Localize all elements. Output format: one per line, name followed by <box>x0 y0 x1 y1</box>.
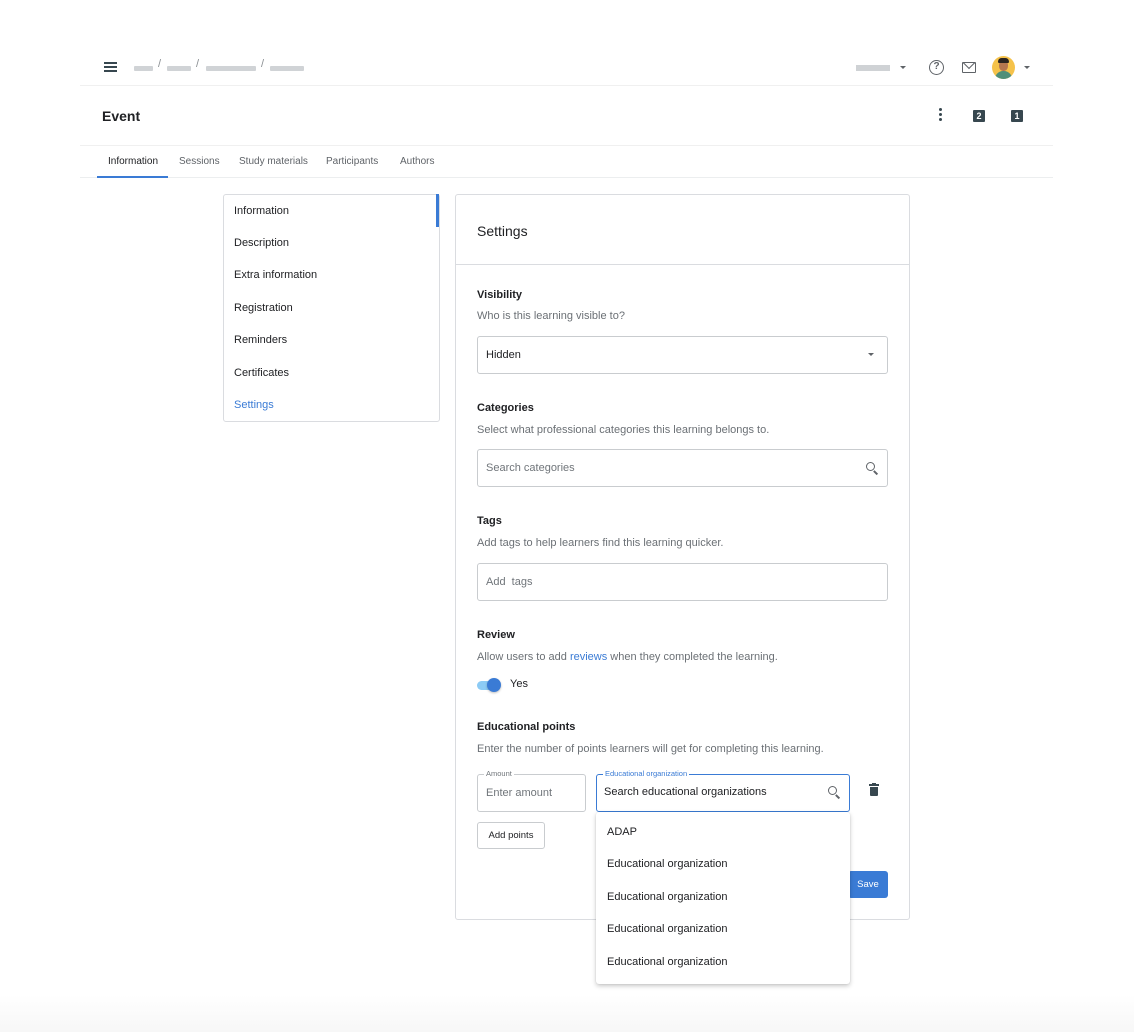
breadcrumb-item-placeholder[interactable] <box>167 66 191 71</box>
mail-icon[interactable] <box>962 62 976 73</box>
review-toggle[interactable] <box>477 678 502 692</box>
more-options-icon[interactable] <box>939 108 943 122</box>
nav-item-registration[interactable]: Registration <box>234 302 293 314</box>
active-tab-indicator <box>97 176 168 178</box>
visibility-label: Visibility <box>477 289 523 301</box>
save-button[interactable]: Save <box>848 871 888 898</box>
breadcrumb-item-placeholder[interactable] <box>206 66 256 71</box>
educational-organization-dropdown: ADAP Educational organization Educationa… <box>596 812 850 984</box>
tab-study-materials[interactable]: Study materials <box>239 156 308 176</box>
dropdown-option[interactable]: Educational organization <box>607 923 727 935</box>
nav-item-extra-information[interactable]: Extra information <box>234 269 317 281</box>
tags-label: Tags <box>477 515 502 527</box>
educational-organization-search-input[interactable]: Educational organization Search educatio… <box>596 769 850 812</box>
visibility-selected-value: Hidden <box>486 349 521 361</box>
dropdown-option[interactable]: ADAP <box>607 826 637 838</box>
categories-search-input[interactable]: Search categories <box>477 449 888 487</box>
review-toggle-label: Yes <box>510 678 528 690</box>
visibility-select[interactable]: Hidden <box>477 336 888 374</box>
chevron-down-icon[interactable] <box>900 66 906 69</box>
active-nav-indicator <box>436 194 439 227</box>
visibility-description: Who is this learning visible to? <box>477 310 625 322</box>
review-label: Review <box>477 629 515 641</box>
avatar[interactable] <box>992 56 1015 79</box>
page-title: Event <box>102 108 141 124</box>
amount-placeholder: Enter amount <box>486 787 553 799</box>
review-description-text: Allow users to add <box>477 651 570 663</box>
tab-authors[interactable]: Authors <box>400 156 434 176</box>
review-description: Allow users to add reviews when they com… <box>477 651 778 663</box>
chevron-down-icon <box>868 353 874 356</box>
nav-item-settings[interactable]: Settings <box>234 399 274 411</box>
educational-organization-legend: Educational organization <box>603 769 690 778</box>
reviews-link[interactable]: reviews <box>570 651 607 663</box>
search-icon[interactable] <box>828 786 837 795</box>
amount-input[interactable]: Amount Enter amount <box>477 769 586 812</box>
nav-item-description[interactable]: Description <box>234 237 289 249</box>
divider <box>456 264 909 265</box>
educational-points-label: Educational points <box>477 721 576 733</box>
chevron-down-icon[interactable] <box>1024 66 1030 69</box>
dropdown-option[interactable]: Educational organization <box>607 956 727 968</box>
workspace-selector[interactable] <box>856 65 890 71</box>
categories-placeholder: Search categories <box>486 462 575 474</box>
nav-item-reminders[interactable]: Reminders <box>234 334 287 346</box>
review-description-text: when they completed the learning. <box>607 651 778 663</box>
top-bar: / / / ? <box>80 48 1053 86</box>
tags-input[interactable]: Add tags <box>477 563 888 601</box>
educational-points-description: Enter the number of points learners will… <box>477 743 824 755</box>
page-header: Event 2 1 <box>80 86 1053 146</box>
dropdown-option[interactable]: Educational organization <box>607 858 727 870</box>
breadcrumb-item-placeholder[interactable] <box>134 66 153 71</box>
tab-bar: Information Sessions Study materials Par… <box>80 146 1053 178</box>
educational-organization-value: Search educational organizations <box>604 786 767 798</box>
categories-label: Categories <box>477 402 534 414</box>
tab-participants[interactable]: Participants <box>326 156 378 176</box>
tab-information[interactable]: Information <box>108 156 158 176</box>
breadcrumb-separator: / <box>196 58 200 70</box>
nav-item-certificates[interactable]: Certificates <box>234 367 289 379</box>
tags-placeholder: Add tags <box>486 576 533 588</box>
hamburger-menu-icon[interactable] <box>104 62 117 72</box>
numbered-badge-icon[interactable]: 2 <box>973 110 985 122</box>
nav-item-information[interactable]: Information <box>234 205 289 217</box>
section-nav: Information Description Extra informatio… <box>223 194 440 422</box>
amount-legend: Amount <box>484 769 514 778</box>
tab-sessions[interactable]: Sessions <box>179 156 220 176</box>
tags-description: Add tags to help learners find this lear… <box>477 537 724 549</box>
help-circle-icon[interactable]: ? <box>929 60 944 75</box>
numbered-badge-icon[interactable]: 1 <box>1011 110 1023 122</box>
settings-title: Settings <box>477 223 528 239</box>
breadcrumb-item-placeholder[interactable] <box>270 66 304 71</box>
dropdown-option[interactable]: Educational organization <box>607 891 727 903</box>
search-icon[interactable] <box>866 462 875 471</box>
add-points-button[interactable]: Add points <box>477 822 545 849</box>
trash-icon[interactable] <box>869 782 879 796</box>
breadcrumb-separator: / <box>261 58 265 70</box>
breadcrumb-separator: / <box>158 58 162 70</box>
categories-description: Select what professional categories this… <box>477 424 770 436</box>
